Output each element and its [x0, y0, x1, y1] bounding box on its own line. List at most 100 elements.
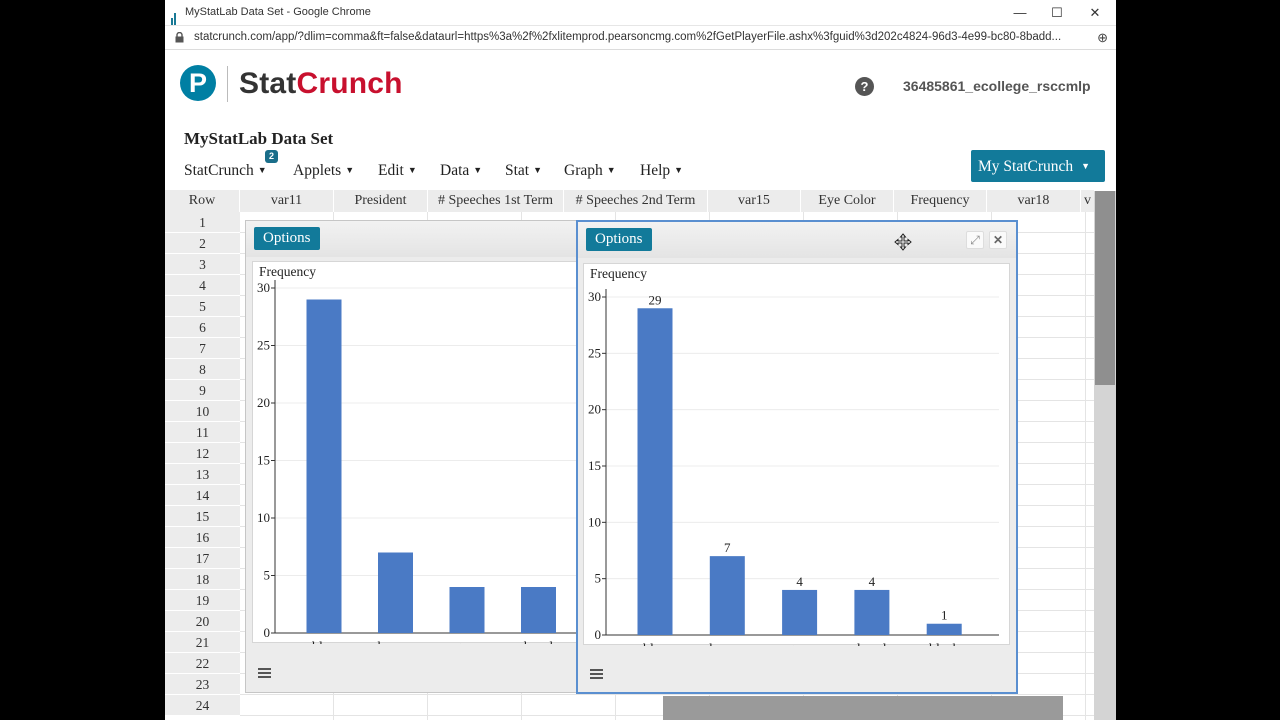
graph-window-titlebar[interactable]: Options: [246, 221, 584, 257]
y-tick-label: 0: [595, 627, 602, 642]
y-tick-label: 0: [264, 625, 271, 640]
y-tick-label: 10: [257, 510, 270, 525]
row-number[interactable]: 18: [165, 569, 240, 590]
column-header[interactable]: var11: [240, 190, 334, 212]
row-number[interactable]: 5: [165, 296, 240, 317]
column-header[interactable]: var18: [987, 190, 1081, 212]
menu-icon[interactable]: [590, 669, 603, 680]
menu-statcrunch-label: StatCrunch: [184, 162, 254, 179]
column-header[interactable]: # Speeches 1st Term: [428, 190, 564, 212]
row-number[interactable]: 3: [165, 254, 240, 275]
row-number[interactable]: 12: [165, 443, 240, 464]
row-number[interactable]: 1: [165, 212, 240, 233]
row-number[interactable]: 9: [165, 380, 240, 401]
bar: [782, 589, 818, 635]
row-number[interactable]: 2: [165, 233, 240, 254]
menu-help[interactable]: Help ▼: [640, 162, 683, 180]
row-number[interactable]: 23: [165, 674, 240, 695]
menu-applets[interactable]: Applets ▼: [293, 162, 354, 180]
screen: MyStatLab Data Set - Google Chrome — ☐ ✕…: [0, 0, 1280, 720]
help-icon[interactable]: ?: [855, 77, 874, 96]
row-number[interactable]: 16: [165, 527, 240, 548]
y-tick-label: 10: [588, 514, 601, 529]
row-number[interactable]: 11: [165, 422, 240, 443]
column-header[interactable]: v: [1081, 190, 1095, 212]
menu-applets-label: Applets: [293, 162, 342, 179]
x-tick-label: gray: [455, 640, 480, 644]
bar: [306, 299, 342, 633]
chevron-down-icon: ▼: [473, 165, 483, 175]
chevron-down-icon: ▼: [407, 165, 417, 175]
data-label: 7: [724, 540, 731, 555]
menu-data[interactable]: Data ▼: [440, 162, 482, 180]
row-number[interactable]: 15: [165, 506, 240, 527]
horizontal-scrollbar[interactable]: [663, 696, 1063, 720]
options-button[interactable]: Options: [586, 228, 652, 251]
menu-graph[interactable]: Graph ▼: [564, 162, 616, 180]
column-header[interactable]: President: [334, 190, 428, 212]
y-tick-label: 15: [588, 458, 601, 473]
y-tick-label: 30: [257, 280, 270, 295]
column-header[interactable]: # Speeches 2nd Term: [564, 190, 708, 212]
close-icon[interactable]: ✕: [989, 231, 1007, 249]
row-number[interactable]: 20: [165, 611, 240, 632]
menu-edit[interactable]: Edit ▼: [378, 162, 417, 180]
notification-badge: 2: [265, 150, 278, 163]
scrollbar-thumb[interactable]: [1095, 191, 1115, 385]
username[interactable]: 36485861_ecollege_rsccmlp: [903, 78, 1091, 94]
bar: [854, 589, 890, 635]
lock-icon: [175, 32, 184, 43]
row-number[interactable]: 22: [165, 653, 240, 674]
row-number[interactable]: 7: [165, 338, 240, 359]
bar-chart: 051015202530FrequencybluebrowngrayhazelE…: [257, 264, 583, 672]
row-number[interactable]: 4: [165, 275, 240, 296]
menu-help-label: Help: [640, 162, 671, 179]
x-tick-label: hazel: [857, 642, 887, 646]
minimize-button[interactable]: —: [1005, 3, 1035, 23]
menu-icon[interactable]: [258, 668, 271, 679]
column-header[interactable]: Frequency: [894, 190, 987, 212]
close-window-button[interactable]: ✕: [1080, 3, 1110, 23]
row-number[interactable]: 14: [165, 485, 240, 506]
x-tick-label: blue: [312, 640, 336, 644]
row-number[interactable]: 8: [165, 359, 240, 380]
url-text[interactable]: statcrunch.com/app/?dlim=comma&ft=false&…: [194, 31, 1079, 43]
x-tick-label: blue: [643, 642, 667, 646]
x-tick-label: hazel: [524, 640, 554, 644]
row-number[interactable]: 21: [165, 632, 240, 653]
y-axis-label: Frequency: [590, 266, 647, 281]
maximize-button[interactable]: ☐: [1042, 3, 1072, 23]
address-bar[interactable]: statcrunch.com/app/?dlim=comma&ft=false&…: [165, 26, 1116, 50]
bar-chart: 0 5 10 15 20 25 30 Frequency blue 29 brown 7 gray 4 ha…: [588, 266, 999, 674]
y-tick-label: 30: [588, 289, 601, 304]
y-tick-label: 25: [257, 338, 270, 353]
vertical-scrollbar[interactable]: [1094, 191, 1116, 720]
y-tick-label: 5: [595, 571, 602, 586]
row-number[interactable]: 19: [165, 590, 240, 611]
row-number[interactable]: 17: [165, 548, 240, 569]
row-number[interactable]: 24: [165, 695, 240, 716]
column-header[interactable]: var15: [708, 190, 801, 212]
menu-data-label: Data: [440, 162, 470, 179]
row-number[interactable]: 10: [165, 401, 240, 422]
graph-window-1[interactable]: Options 0 5 10 15 20 25 30Frequency blue brown gr…: [245, 220, 585, 693]
data-label: 1: [941, 608, 948, 623]
row-number[interactable]: 6: [165, 317, 240, 338]
graph-window-titlebar[interactable]: Options ⤢ ✕: [578, 222, 1016, 258]
row-header: Row: [165, 190, 240, 212]
my-statcrunch-button[interactable]: My StatCrunch ▼: [971, 150, 1105, 182]
menu-statcrunch[interactable]: StatCrunch ▼ 2: [184, 150, 278, 180]
chevron-down-icon: ▼: [533, 165, 543, 175]
row-number[interactable]: 13: [165, 464, 240, 485]
graph-window-2[interactable]: Options ⤢ ✕ 0 5 10 15 20 25 30 Frequency blue 29 b…: [576, 220, 1018, 694]
options-button[interactable]: Options: [254, 227, 320, 250]
x-tick-label: black: [929, 642, 959, 646]
chart-area: 051015202530FrequencybluebrowngrayhazelE…: [252, 261, 583, 672]
expand-icon[interactable]: ⤢: [966, 231, 984, 249]
column-header[interactable]: Eye Color: [801, 190, 894, 212]
menu-stat[interactable]: Stat ▼: [505, 162, 542, 180]
bar: [449, 587, 485, 633]
menu-edit-label: Edit: [378, 162, 404, 179]
zoom-icon[interactable]: ⊕: [1097, 30, 1108, 46]
y-tick-label: 25: [588, 345, 601, 360]
